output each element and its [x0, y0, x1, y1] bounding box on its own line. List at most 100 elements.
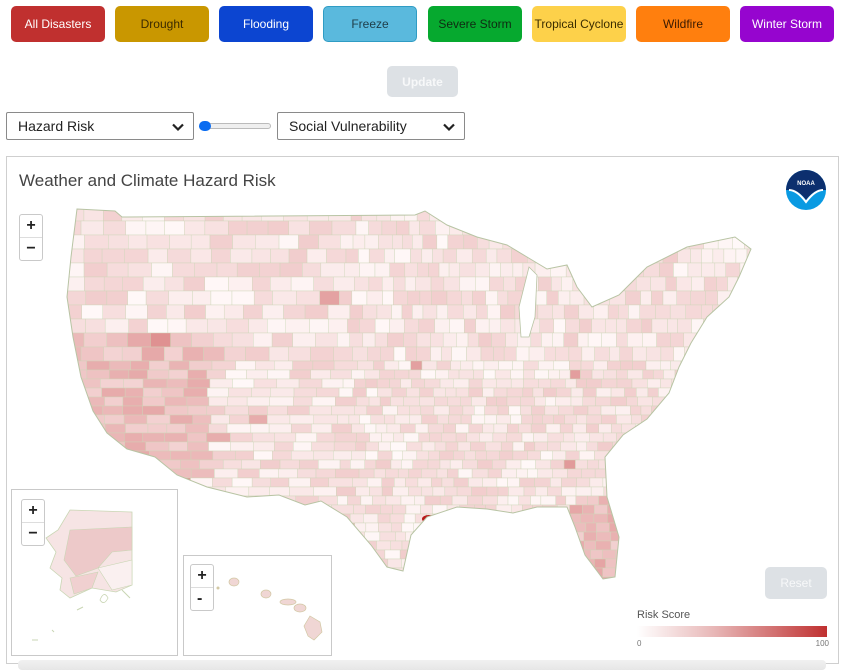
- county-cell[interactable]: [690, 248, 702, 264]
- county-cell[interactable]: [581, 346, 595, 362]
- county-cell[interactable]: [754, 263, 767, 277]
- county-cell[interactable]: [540, 450, 553, 461]
- county-cell[interactable]: [382, 290, 394, 306]
- county-cell[interactable]: [291, 450, 314, 461]
- county-cell[interactable]: [63, 378, 82, 389]
- county-cell[interactable]: [536, 576, 547, 586]
- county-cell[interactable]: [698, 441, 715, 452]
- county-cell[interactable]: [237, 468, 260, 479]
- county-cell[interactable]: [586, 276, 601, 292]
- county-cell[interactable]: [752, 496, 763, 505]
- filter-wildfire-button[interactable]: Wildfire: [636, 6, 730, 42]
- county-cell[interactable]: [492, 567, 506, 578]
- county-cell[interactable]: [711, 450, 729, 461]
- county-cell[interactable]: [687, 262, 702, 278]
- county-cell[interactable]: [397, 405, 410, 416]
- county-cell[interactable]: [376, 304, 392, 320]
- county-cell[interactable]: [231, 290, 255, 306]
- county-cell[interactable]: [431, 290, 448, 306]
- county-cell[interactable]: [251, 276, 271, 292]
- county-cell[interactable]: [374, 318, 390, 334]
- county-cell[interactable]: [722, 414, 736, 425]
- county-cell[interactable]: [480, 346, 494, 362]
- county-cell[interactable]: [500, 262, 514, 278]
- county-cell[interactable]: [740, 360, 753, 371]
- county-cell[interactable]: [306, 248, 327, 264]
- county-cell[interactable]: [401, 304, 413, 320]
- county-cell[interactable]: [492, 522, 508, 533]
- county-cell[interactable]: [607, 504, 620, 515]
- county-cell[interactable]: [548, 369, 560, 380]
- county-cell[interactable]: [642, 369, 654, 380]
- county-cell[interactable]: [364, 423, 377, 434]
- county-cell[interactable]: [740, 450, 752, 461]
- county-cell[interactable]: [493, 423, 508, 434]
- county-cell[interactable]: [751, 424, 762, 433]
- county-cell[interactable]: [316, 387, 340, 398]
- county-cell[interactable]: [225, 369, 247, 380]
- county-cell[interactable]: [309, 405, 332, 416]
- county-cell[interactable]: [333, 450, 352, 461]
- county-cell[interactable]: [142, 405, 166, 416]
- county-cell[interactable]: [528, 513, 544, 524]
- county-cell[interactable]: [462, 220, 479, 236]
- county-cell[interactable]: [739, 441, 755, 452]
- county-cell[interactable]: [709, 558, 723, 569]
- county-cell[interactable]: [482, 207, 495, 222]
- county-cell[interactable]: [462, 459, 478, 470]
- county-cell[interactable]: [727, 540, 744, 551]
- county-cell[interactable]: [409, 405, 422, 416]
- county-cell[interactable]: [645, 360, 661, 371]
- county-cell[interactable]: [63, 290, 87, 306]
- county-cell[interactable]: [530, 332, 542, 348]
- county-cell[interactable]: [168, 290, 193, 306]
- county-cell[interactable]: [624, 441, 637, 452]
- county-cell[interactable]: [471, 558, 485, 569]
- county-cell[interactable]: [470, 441, 486, 452]
- county-cell[interactable]: [575, 495, 588, 506]
- county-cell[interactable]: [416, 558, 430, 569]
- county-cell[interactable]: [676, 549, 691, 560]
- county-cell[interactable]: [259, 262, 281, 278]
- county-cell[interactable]: [430, 276, 445, 292]
- county-cell[interactable]: [315, 332, 338, 348]
- county-cell[interactable]: [701, 262, 716, 278]
- county-cell[interactable]: [328, 318, 348, 334]
- county-cell[interactable]: [166, 423, 186, 434]
- county-cell[interactable]: [122, 276, 144, 292]
- county-cell[interactable]: [698, 423, 712, 434]
- county-cell[interactable]: [620, 248, 635, 264]
- county-cell[interactable]: [310, 369, 331, 380]
- county-cell[interactable]: [602, 477, 615, 488]
- county-cell[interactable]: [586, 423, 599, 434]
- county-cell[interactable]: [601, 549, 616, 560]
- county-cell[interactable]: [228, 276, 253, 292]
- county-cell[interactable]: [557, 522, 573, 533]
- county-cell[interactable]: [359, 414, 371, 425]
- county-cell[interactable]: [243, 304, 263, 320]
- county-cell[interactable]: [321, 378, 344, 389]
- county-cell[interactable]: [124, 387, 144, 398]
- county-cell[interactable]: [122, 405, 143, 416]
- county-cell[interactable]: [264, 504, 289, 515]
- county-cell[interactable]: [472, 290, 486, 306]
- county-cell[interactable]: [568, 346, 583, 362]
- county-cell[interactable]: [351, 290, 368, 306]
- county-cell[interactable]: [647, 387, 659, 398]
- county-cell[interactable]: [337, 414, 350, 425]
- county-cell[interactable]: [251, 387, 271, 398]
- county-cell[interactable]: [522, 522, 536, 533]
- county-cell[interactable]: [283, 304, 306, 320]
- county-cell[interactable]: [740, 549, 751, 560]
- county-cell[interactable]: [103, 441, 126, 452]
- county-cell[interactable]: [737, 207, 751, 222]
- county-cell[interactable]: [228, 387, 252, 398]
- county-cell[interactable]: [569, 369, 581, 380]
- county-cell[interactable]: [754, 433, 770, 442]
- county-cell[interactable]: [567, 234, 579, 250]
- county-cell[interactable]: [654, 549, 666, 560]
- county-cell[interactable]: [675, 432, 691, 443]
- county-cell[interactable]: [536, 586, 548, 595]
- county-cell[interactable]: [547, 441, 562, 452]
- county-cell[interactable]: [231, 477, 253, 488]
